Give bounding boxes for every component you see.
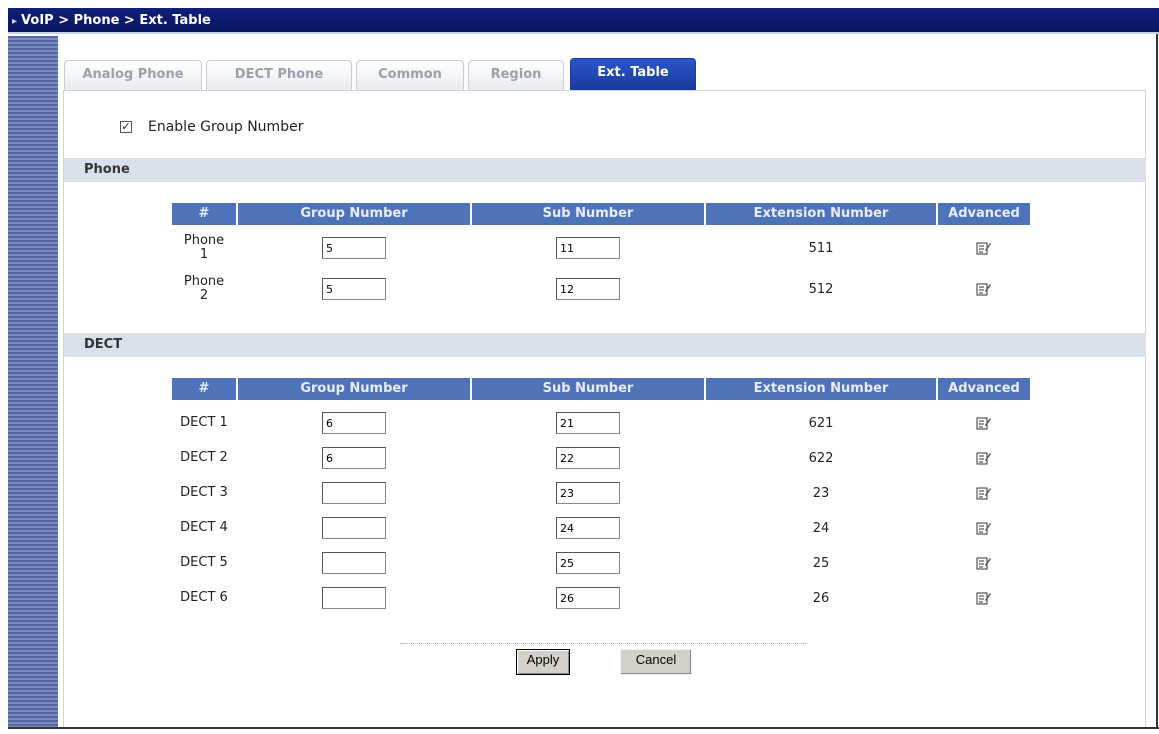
col-header-advanced: Advanced xyxy=(938,203,1030,225)
enable-group-label: Enable Group Number xyxy=(148,119,304,135)
extension-number: 512 xyxy=(808,281,834,297)
col-header-index: # xyxy=(172,378,236,400)
edit-icon[interactable] xyxy=(976,416,992,430)
col-header-index: # xyxy=(172,203,236,225)
edit-icon[interactable] xyxy=(976,451,992,465)
extension-number: 25 xyxy=(812,555,830,571)
edit-icon[interactable] xyxy=(976,282,992,296)
edit-icon[interactable] xyxy=(976,591,992,605)
enable-group-row: ✓ Enable Group Number xyxy=(120,117,303,137)
phone-section-header: Phone xyxy=(64,158,1146,182)
col-header-sub: Sub Number xyxy=(472,378,704,400)
dect-section-title: DECT xyxy=(84,337,123,352)
sub-number-input[interactable] xyxy=(556,237,620,259)
sub-number-input[interactable] xyxy=(556,447,620,469)
edit-icon[interactable] xyxy=(976,521,992,535)
apply-button[interactable]: Apply xyxy=(516,649,570,675)
extension-number: 24 xyxy=(812,520,830,536)
row-label: Phone 1 xyxy=(183,233,225,262)
group-number-input[interactable] xyxy=(322,517,386,539)
title-bar: ▸ VoIP > Phone > Ext. Table xyxy=(8,8,1159,34)
top-strip xyxy=(0,0,1159,8)
row-label: DECT 6 xyxy=(180,590,228,605)
phone-section-title: Phone xyxy=(84,162,130,177)
extension-number: 26 xyxy=(812,590,830,606)
row-label: DECT 1 xyxy=(180,415,228,430)
col-header-extension: Extension Number xyxy=(706,378,936,400)
sub-number-input[interactable] xyxy=(556,587,620,609)
tab-ext-table[interactable]: Ext. Table xyxy=(570,58,696,90)
enable-group-checkbox[interactable]: ✓ xyxy=(120,121,132,133)
tab-common[interactable]: Common xyxy=(356,60,464,90)
group-number-input[interactable] xyxy=(322,278,386,300)
sub-number-input[interactable] xyxy=(556,482,620,504)
group-number-input[interactable] xyxy=(322,587,386,609)
edit-icon[interactable] xyxy=(976,486,992,500)
extension-number: 23 xyxy=(812,485,830,501)
phone-table-header: # Group Number Sub Number Extension Numb… xyxy=(172,203,1030,225)
right-border xyxy=(1156,34,1158,729)
group-number-input[interactable] xyxy=(322,447,386,469)
bottom-border xyxy=(8,727,1159,729)
button-divider xyxy=(400,643,806,644)
col-header-extension: Extension Number xyxy=(706,203,936,225)
tab-region[interactable]: Region xyxy=(468,60,564,90)
breadcrumb: VoIP > Phone > Ext. Table xyxy=(21,13,211,28)
dect-table-header: # Group Number Sub Number Extension Numb… xyxy=(172,378,1030,400)
row-label: Phone 2 xyxy=(183,274,225,303)
cancel-button[interactable]: Cancel xyxy=(620,649,692,675)
col-header-group: Group Number xyxy=(238,378,470,400)
row-label: DECT 4 xyxy=(180,520,228,535)
extension-number: 621 xyxy=(808,415,834,431)
group-number-input[interactable] xyxy=(322,412,386,434)
col-header-group: Group Number xyxy=(238,203,470,225)
row-label: DECT 3 xyxy=(180,485,228,500)
col-header-sub: Sub Number xyxy=(472,203,704,225)
group-number-input[interactable] xyxy=(322,482,386,504)
extension-number: 622 xyxy=(808,450,834,466)
sub-number-input[interactable] xyxy=(556,552,620,574)
tab-dect-phone[interactable]: DECT Phone xyxy=(206,60,352,90)
group-number-input[interactable] xyxy=(322,552,386,574)
edit-icon[interactable] xyxy=(976,241,992,255)
dect-section-header: DECT xyxy=(64,333,1146,357)
sub-number-input[interactable] xyxy=(556,517,620,539)
tab-analog-phone[interactable]: Analog Phone xyxy=(64,60,202,90)
extension-number: 511 xyxy=(808,240,834,256)
sub-number-input[interactable] xyxy=(556,278,620,300)
left-rail xyxy=(8,36,58,727)
edit-icon[interactable] xyxy=(976,556,992,570)
sub-number-input[interactable] xyxy=(556,412,620,434)
row-label: DECT 5 xyxy=(180,555,228,570)
group-number-input[interactable] xyxy=(322,237,386,259)
col-header-advanced: Advanced xyxy=(938,378,1030,400)
row-label: DECT 2 xyxy=(180,450,228,465)
bullet-icon: ▸ xyxy=(12,16,18,27)
